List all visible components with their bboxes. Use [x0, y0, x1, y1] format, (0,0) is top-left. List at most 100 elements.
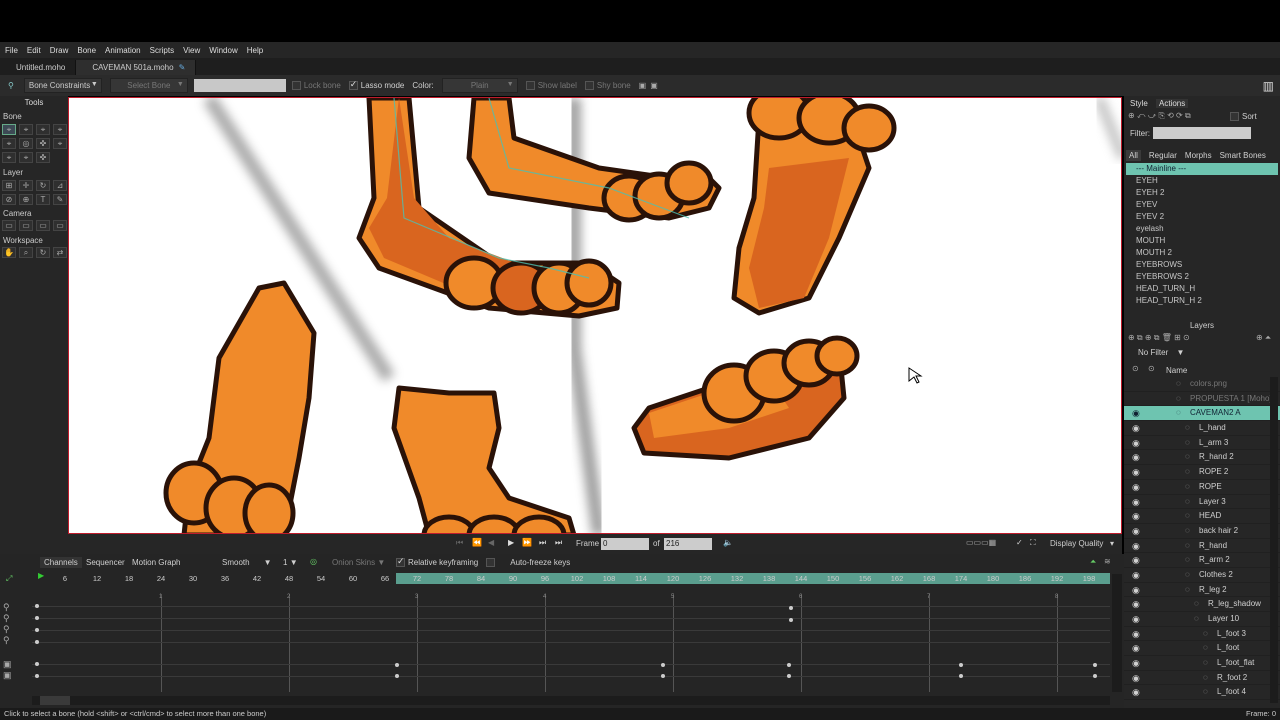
menu-item[interactable]: Edit	[27, 46, 41, 55]
keyframe[interactable]	[395, 674, 399, 678]
layer-row[interactable]: ◉ ◌ L_foot 3	[1124, 627, 1280, 642]
rotate-layer-tool-icon[interactable]: ↻	[36, 180, 50, 191]
eye-icon[interactable]: ◉	[1132, 641, 1140, 656]
keyframe[interactable]	[1093, 674, 1097, 678]
list-item[interactable]: EYEH	[1126, 175, 1278, 187]
onion-icon[interactable]: ◎	[310, 557, 317, 566]
tab-untitled[interactable]: Untitled.moho	[0, 60, 77, 75]
timeline-expand-icon[interactable]: ⏶	[1090, 557, 1096, 567]
layers-scrollbar[interactable]	[1270, 377, 1278, 703]
playhead-marker-icon[interactable]: ▶	[38, 571, 44, 580]
bone-strength-tool-icon[interactable]: ⌖	[2, 138, 16, 149]
menu-item[interactable]: Window	[209, 46, 237, 55]
layer-row[interactable]: ◉ ◌ R_foot 2	[1124, 671, 1280, 686]
speaker-icon[interactable]: 🔈	[723, 538, 733, 547]
keyframe[interactable]	[35, 674, 39, 678]
keyframe[interactable]	[787, 663, 791, 667]
lock-bone-checkbox[interactable]	[291, 81, 301, 91]
switch-layer-tool-icon[interactable]: ⊘	[2, 194, 16, 205]
eye-icon[interactable]: ◉	[1132, 627, 1140, 642]
layer-row[interactable]: ◌ colors.png	[1124, 377, 1280, 392]
timeline-vscroll[interactable]	[1112, 574, 1122, 692]
layer-row[interactable]: ◉ ◌ back hair 2	[1124, 524, 1280, 539]
prev-key-button[interactable]: ⏪	[472, 538, 482, 547]
menu-item[interactable]: Help	[247, 46, 263, 55]
layer-row[interactable]: ◉ ◌ CAVEMAN2 A	[1124, 406, 1280, 422]
total-frames-input[interactable]: 216	[664, 538, 712, 550]
layer-row[interactable]: ◉ ◌ L_foot	[1124, 641, 1280, 657]
menu-item[interactable]: File	[5, 46, 18, 55]
zoom-icon[interactable]: ⌕	[19, 247, 33, 258]
lasso-mode-toggle[interactable]: Lasso mode	[348, 79, 404, 91]
eye-icon[interactable]: ◉	[1132, 524, 1140, 539]
list-item[interactable]: EYEBROWS	[1126, 259, 1278, 271]
eye-icon[interactable]: ◉	[1132, 656, 1140, 671]
interpolation-dropdown[interactable]: Smooth ▼	[222, 558, 272, 567]
sort-toggle[interactable]: Sort	[1230, 112, 1257, 122]
timeline-scrollbar[interactable]	[32, 696, 1110, 705]
tab-smart-bones[interactable]: Smart Bones	[1220, 151, 1266, 160]
bone-name-field[interactable]	[193, 79, 286, 92]
hand-icon[interactable]: ✋	[2, 247, 16, 258]
keyframe[interactable]	[395, 663, 399, 667]
layer-row[interactable]: ◉ ◌ HEAD	[1124, 509, 1280, 524]
shy-bone-checkbox[interactable]	[584, 81, 594, 91]
menu-item[interactable]: Draw	[50, 46, 69, 55]
layer-row[interactable]: ◉ ◌ Layer 10	[1124, 612, 1280, 627]
frame-ruler[interactable]: 0612182430364248546066727884909610210811…	[0, 574, 1124, 586]
next-key-button[interactable]: ⏭	[539, 538, 546, 548]
set-origin-tool-icon[interactable]: ⊞	[2, 180, 16, 191]
layer-row[interactable]: ◉ ◌ ROPE	[1124, 480, 1280, 495]
eye-icon[interactable]: ◉	[1132, 450, 1140, 465]
layer-options-icon[interactable]: ⊕ ⏶	[1256, 333, 1271, 343]
layer-row[interactable]: ◉ ◌ Clothes 2	[1124, 568, 1280, 583]
layer-row[interactable]: ◌ PROPUESTA 1 [Moho]	[1124, 392, 1280, 407]
tab-sequencer[interactable]: Sequencer	[86, 558, 125, 567]
eyedropper-tool-icon[interactable]: ⊕	[19, 194, 33, 205]
bone-constraints-dropdown[interactable]: Bone Constraints ▼	[23, 78, 102, 93]
pan-tilt-camera-tool-icon[interactable]: ▭	[53, 220, 67, 231]
eye-icon[interactable]: ◉	[1132, 568, 1140, 583]
keyframe[interactable]	[1093, 663, 1097, 667]
list-item[interactable]: --- Mainline ---	[1126, 163, 1278, 175]
eye-icon[interactable]: ◉	[1132, 406, 1140, 421]
relative-keyframing-toggle[interactable]: Relative keyframing	[396, 556, 478, 568]
translate-bone-tool-icon[interactable]: ⌖	[19, 124, 33, 135]
tab-caveman[interactable]: CAVEMAN 501a.moho ✎	[76, 60, 197, 75]
list-item[interactable]: EYEV 2	[1126, 211, 1278, 223]
layer-row[interactable]: ◉ ◌ ROPE 2	[1124, 465, 1280, 480]
keyframe[interactable]	[959, 674, 963, 678]
menu-item[interactable]: Animation	[105, 46, 141, 55]
eye-icon[interactable]: ◉	[1132, 495, 1140, 510]
filter-input[interactable]	[1153, 127, 1251, 139]
tab-regular[interactable]: Regular	[1149, 151, 1177, 160]
eye-icon[interactable]: ◉	[1132, 583, 1140, 598]
eye-icon[interactable]: ◉	[1132, 685, 1140, 700]
auto-freeze-toggle[interactable]: Auto-freeze keys	[486, 558, 570, 568]
eye-icon[interactable]: ◉	[1132, 671, 1140, 686]
chevron-down-icon[interactable]: ▾	[1110, 539, 1114, 548]
eye-icon[interactable]: ◉	[1132, 480, 1140, 495]
next-frame-button[interactable]: ⏩	[522, 538, 532, 547]
color-dropdown[interactable]: Plain ▼	[441, 78, 518, 93]
list-item[interactable]: HEAD_TURN_H	[1126, 283, 1278, 295]
roll-camera-tool-icon[interactable]: ▭	[36, 220, 50, 231]
layer-filter-dropdown[interactable]: No Filter ▼	[1138, 348, 1184, 357]
reparent-bone-tool-icon[interactable]: ⌖	[53, 124, 67, 135]
keyframe[interactable]	[661, 663, 665, 667]
keyframe[interactable]	[789, 618, 793, 622]
shear-layer-tool-icon[interactable]: ⊿	[53, 180, 67, 191]
menu-item[interactable]: Scripts	[150, 46, 174, 55]
layer-row[interactable]: ◉ ◌ L_hand	[1124, 421, 1280, 436]
eye-icon[interactable]: ◉	[1132, 539, 1140, 554]
action-buttons-icons[interactable]: ⊕ ⤺ ⤻ ⎘ ⟲ ⟳ ⧉	[1128, 111, 1191, 121]
tab-style[interactable]: Style	[1130, 99, 1148, 108]
add-bone-tool-icon[interactable]: ⌖	[36, 124, 50, 135]
onion-skins-dropdown[interactable]: Onion Skins ▼	[332, 558, 385, 567]
track-camera-tool-icon[interactable]: ▭	[2, 220, 16, 231]
list-item[interactable]: EYEV	[1126, 199, 1278, 211]
select-bone-dropdown[interactable]: Select Bone ▼	[109, 78, 188, 93]
sort-checkbox[interactable]	[1230, 112, 1239, 122]
list-item[interactable]: MOUTH	[1126, 235, 1278, 247]
layer-row[interactable]: ◉ ◌ L_arm 3	[1124, 436, 1280, 451]
